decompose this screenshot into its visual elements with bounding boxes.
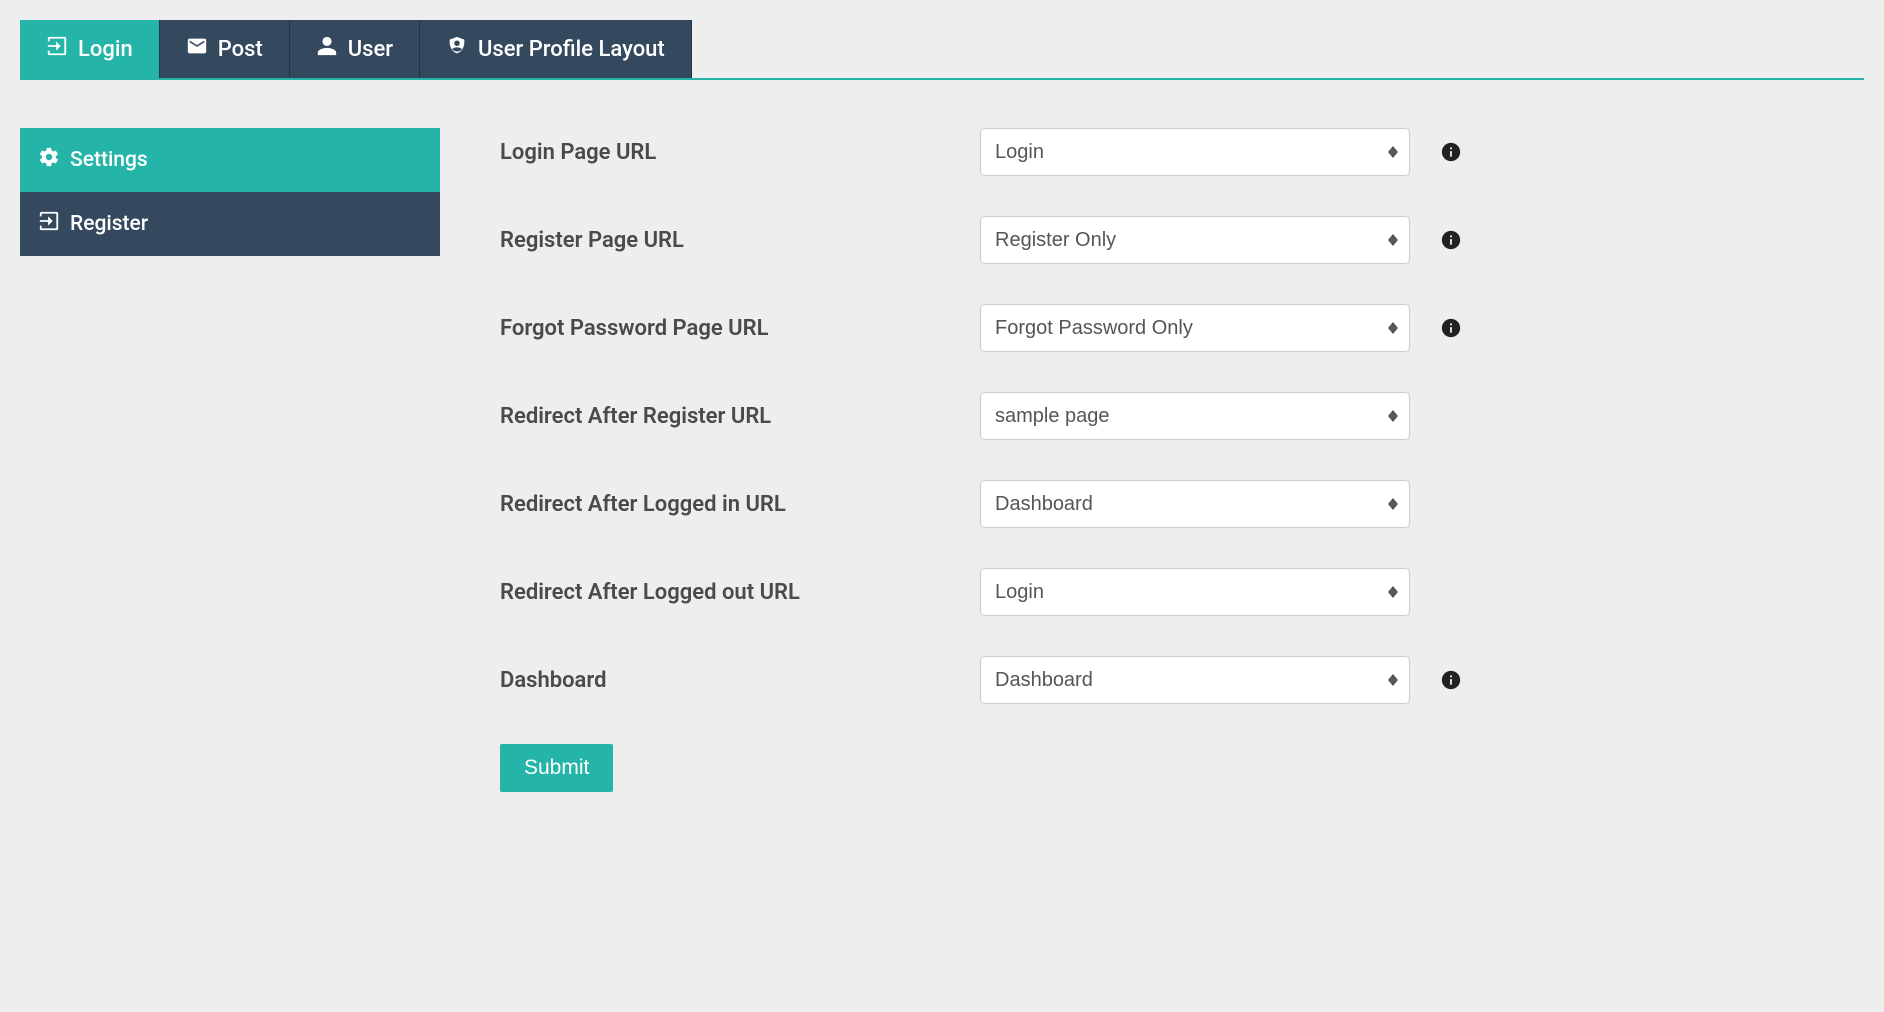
redirect-after-register-url-select[interactable]: sample page <box>980 392 1410 440</box>
field-label: Register Page URL <box>500 228 980 253</box>
form-row-login-page-url: Login Page URL Login <box>500 128 1864 176</box>
tab-label: User <box>348 37 393 62</box>
field-label: Redirect After Register URL <box>500 404 980 429</box>
submit-button[interactable]: Submit <box>500 744 613 792</box>
login-icon <box>46 35 68 63</box>
info-icon[interactable] <box>1440 141 1462 163</box>
dashboard-select[interactable]: Dashboard <box>980 656 1410 704</box>
tab-user-profile-layout[interactable]: User Profile Layout <box>420 20 692 78</box>
tab-post[interactable]: Post <box>160 20 290 78</box>
info-icon[interactable] <box>1440 229 1462 251</box>
redirect-after-logged-in-url-select[interactable]: Dashboard <box>980 480 1410 528</box>
login-page-url-select[interactable]: Login <box>980 128 1410 176</box>
info-icon[interactable] <box>1440 669 1462 691</box>
tab-label: Login <box>78 37 133 62</box>
gears-icon <box>38 146 60 174</box>
field-label: Redirect After Logged out URL <box>500 580 980 605</box>
tab-label: Post <box>218 37 263 62</box>
field-label: Login Page URL <box>500 140 980 165</box>
form-row-redirect-after-logged-out-url: Redirect After Logged out URL Login <box>500 568 1864 616</box>
field-label: Dashboard <box>500 668 980 693</box>
settings-form: Login Page URL Login <box>500 128 1864 792</box>
info-icon[interactable] <box>1440 317 1462 339</box>
field-label: Forgot Password Page URL <box>500 316 980 341</box>
top-tabs: Login Post User User Profile Layout <box>20 20 1864 80</box>
register-page-url-select[interactable]: Register Only <box>980 216 1410 264</box>
envelope-icon <box>186 35 208 63</box>
login-icon <box>38 210 60 238</box>
form-row-forgot-password-page-url: Forgot Password Page URL Forgot Password… <box>500 304 1864 352</box>
redirect-after-logged-out-url-select[interactable]: Login <box>980 568 1410 616</box>
form-row-register-page-url: Register Page URL Register Only <box>500 216 1864 264</box>
sidebar-item-label: Settings <box>70 148 148 172</box>
sidebar-item-register[interactable]: Register <box>20 192 440 256</box>
form-row-redirect-after-register-url: Redirect After Register URL sample page <box>500 392 1864 440</box>
tab-label: User Profile Layout <box>478 37 665 62</box>
form-row-redirect-after-logged-in-url: Redirect After Logged in URL Dashboard <box>500 480 1864 528</box>
tab-login[interactable]: Login <box>20 20 160 78</box>
field-label: Redirect After Logged in URL <box>500 492 980 517</box>
profile-layout-icon <box>446 35 468 63</box>
forgot-password-page-url-select[interactable]: Forgot Password Only <box>980 304 1410 352</box>
sidebar-item-settings[interactable]: Settings <box>20 128 440 192</box>
side-nav: Settings Register <box>20 128 440 256</box>
form-row-dashboard: Dashboard Dashboard <box>500 656 1864 704</box>
user-icon <box>316 35 338 63</box>
sidebar-item-label: Register <box>70 212 148 236</box>
tab-user[interactable]: User <box>290 20 420 78</box>
